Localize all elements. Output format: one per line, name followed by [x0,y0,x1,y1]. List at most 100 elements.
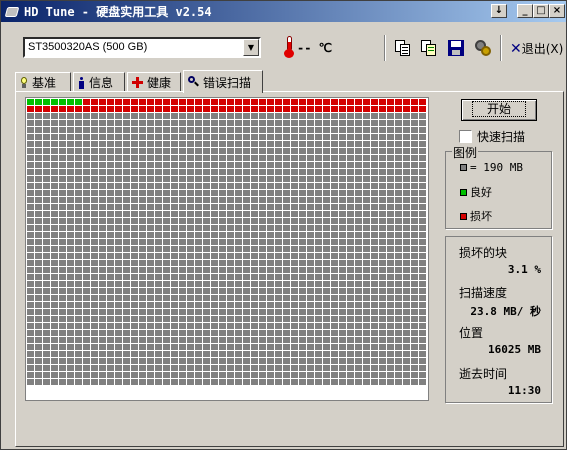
untested-block [251,232,258,238]
untested-block [83,372,90,378]
copy-text-icon[interactable] [394,39,412,57]
untested-block [91,358,98,364]
untested-block [251,358,258,364]
untested-block [411,281,418,287]
untested-block [203,211,210,217]
untested-block [395,225,402,231]
window-title: HD Tune - 硬盘实用工具 v2.54 [24,5,212,19]
untested-block [203,141,210,147]
exit-button[interactable]: ✕退出(X) [510,40,563,57]
untested-block [419,351,426,357]
untested-block [179,365,186,371]
untested-block [147,169,154,175]
untested-block [171,253,178,259]
options-icon[interactable] [474,39,492,57]
untested-block [179,260,186,266]
save-icon[interactable] [447,39,465,57]
tab-benchmark[interactable]: 基准 [15,72,71,92]
untested-block [123,295,130,301]
untested-block [179,281,186,287]
untested-block [123,134,130,140]
untested-block [315,134,322,140]
untested-block [139,267,146,273]
untested-block [67,155,74,161]
tab-health[interactable]: 健康 [127,72,181,92]
close-button[interactable]: × [549,4,565,18]
maximize-button[interactable]: □ [533,4,549,18]
untested-block [203,113,210,119]
copy-image-icon[interactable] [420,39,438,57]
untested-block [43,218,50,224]
untested-block [315,365,322,371]
untested-block [339,197,346,203]
untested-block [107,162,114,168]
untested-block [363,365,370,371]
untested-block [131,365,138,371]
untested-block [267,281,274,287]
untested-block [115,211,122,217]
untested-block [267,225,274,231]
untested-block [219,260,226,266]
untested-block [315,155,322,161]
untested-block [387,330,394,336]
untested-block [299,337,306,343]
tab-error-scan[interactable]: 错误扫描 [183,70,263,93]
untested-block [59,260,66,266]
untested-block [395,232,402,238]
untested-block [411,351,418,357]
chevron-down-icon[interactable]: ▼ [243,39,259,56]
untested-block [323,190,330,196]
untested-block [267,127,274,133]
untested-block [235,281,242,287]
untested-block [251,302,258,308]
start-button[interactable]: 开始 [461,99,537,121]
untested-block [347,337,354,343]
untested-block [123,169,130,175]
untested-block [107,183,114,189]
untested-block [347,302,354,308]
system-menu-button[interactable]: ↓ [491,4,507,18]
untested-block [131,120,138,126]
untested-block [307,211,314,217]
checkbox-box[interactable] [459,130,472,143]
untested-block [219,365,226,371]
untested-block [243,302,250,308]
untested-block [99,218,106,224]
untested-block [179,232,186,238]
untested-block [43,246,50,252]
untested-block [363,232,370,238]
untested-block [339,337,346,343]
untested-block [259,127,266,133]
minimize-button[interactable]: _ [517,4,533,18]
title-bar[interactable]: HD Tune - 硬盘实用工具 v2.54 ↓ _ □ × [1,1,566,22]
untested-block [35,288,42,294]
untested-block [115,372,122,378]
untested-block [179,176,186,182]
untested-block [363,211,370,217]
untested-block [171,120,178,126]
untested-block [379,183,386,189]
untested-block [419,218,426,224]
untested-block [211,127,218,133]
untested-block [203,246,210,252]
tab-info[interactable]: 信息 [73,72,125,92]
untested-block [331,169,338,175]
untested-block [227,246,234,252]
untested-block [371,162,378,168]
untested-block [179,183,186,189]
untested-block [67,232,74,238]
untested-block [235,302,242,308]
untested-block [59,218,66,224]
bad-block [123,106,130,112]
untested-block [35,274,42,280]
untested-block [99,372,106,378]
untested-block [315,204,322,210]
untested-block [299,232,306,238]
untested-block [227,162,234,168]
drive-select[interactable]: ST3500320AS (500 GB) ▼ [23,37,261,58]
untested-block [315,225,322,231]
quick-scan-checkbox[interactable]: 快速扫描 [459,128,525,145]
untested-block [35,141,42,147]
untested-block [131,267,138,273]
untested-block [75,246,82,252]
